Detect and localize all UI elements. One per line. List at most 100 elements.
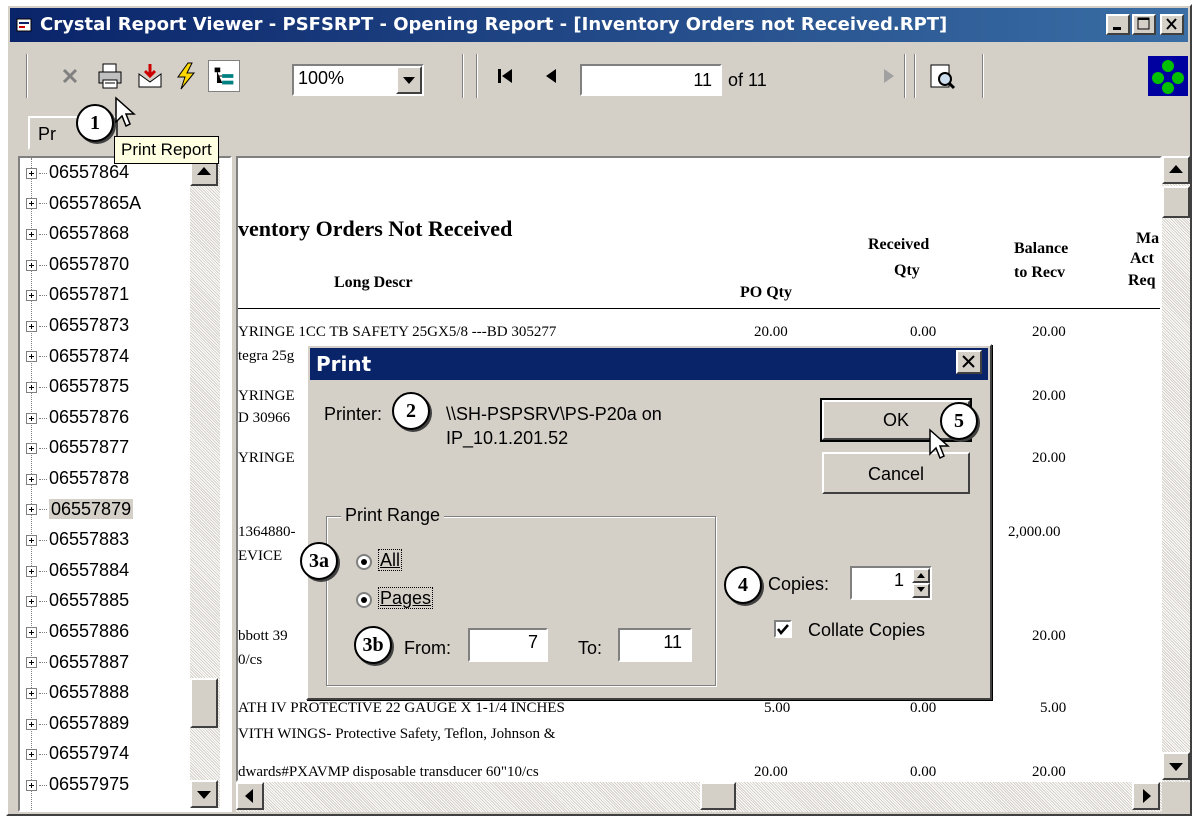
tree-item[interactable]: 06557871 [26,284,129,312]
tree-item[interactable]: 06557865A [26,193,141,221]
maximize-button[interactable] [1132,14,1156,35]
print-range-title: Print Range [341,505,445,526]
tree-item[interactable]: 06557870 [26,254,129,282]
tree-item-label: 06557874 [49,345,130,366]
from-page-input[interactable]: 7 [468,628,548,662]
expand-plus-icon[interactable] [26,626,37,638]
received-qty-value: 0.00 [910,700,937,716]
tree-item-label: 06557885 [49,590,130,611]
zoom-dropdown-button[interactable] [396,66,422,94]
printer-icon[interactable] [94,60,126,92]
minimize-button[interactable] [1106,14,1130,35]
tree-item[interactable]: 06557889 [26,713,129,741]
expand-plus-icon[interactable] [26,565,37,577]
expand-plus-icon[interactable] [26,749,37,761]
radio-all[interactable] [356,554,372,570]
tree-branch-line [39,448,47,450]
maximize-icon [1137,17,1150,30]
copies-down-button[interactable] [912,583,930,598]
expand-plus-icon[interactable] [26,198,37,210]
title-bar[interactable]: Crystal Report Viewer - PSFSRPT - Openin… [10,8,1188,42]
expand-plus-icon[interactable] [26,473,37,485]
close-window-button[interactable] [1160,14,1184,35]
report-line: YRINGE [238,388,295,404]
expand-plus-icon[interactable] [26,687,37,699]
expand-plus-icon[interactable] [26,351,37,363]
tree-item[interactable]: 06557878 [26,468,129,496]
copies-up-button[interactable] [912,568,930,583]
print-dialog-title-bar[interactable]: Print [310,348,988,380]
col-po-qty: PO Qty [740,284,792,301]
next-page-icon[interactable] [872,60,904,92]
chevron-left-icon [245,789,253,803]
first-page-icon[interactable] [490,60,522,92]
expand-plus-icon[interactable] [26,534,37,546]
tree-item[interactable]: 06557876 [26,407,129,435]
refresh-icon[interactable] [170,60,202,92]
report-hscroll-thumb[interactable] [700,782,736,810]
expand-plus-icon[interactable] [26,412,37,424]
export-icon[interactable] [134,60,166,92]
report-scroll-up-button[interactable] [1162,156,1190,184]
page-total-label: of 11 [728,70,767,90]
report-scroll-down-button[interactable] [1162,752,1190,780]
tree-item[interactable]: 06557887 [26,652,129,680]
print-dialog-close-button[interactable] [956,350,982,374]
expand-plus-icon[interactable] [26,443,37,455]
received-qty-value: 0.00 [910,324,937,340]
report-scrollbar-horizontal[interactable] [236,782,1162,812]
tree-toggle-icon[interactable] [208,60,240,92]
report-scrollbar-vertical[interactable] [1162,156,1190,782]
tree-scroll-down-button[interactable] [190,780,218,808]
zoom-select[interactable]: 100% [292,64,424,96]
tree-scrollbar[interactable] [190,158,220,808]
report-scroll-left-button[interactable] [236,782,264,810]
tree-item[interactable]: 06557885 [26,590,129,618]
report-line: EVICE [238,548,283,564]
report-scroll-thumb[interactable] [1162,186,1190,218]
search-icon[interactable] [926,60,958,92]
expand-plus-icon[interactable] [26,381,37,393]
expand-plus-icon[interactable] [26,779,37,791]
tree-item[interactable]: 06557873 [26,315,129,343]
tree-item[interactable]: 06557975 [26,774,129,802]
report-title: ventory Orders Not Received [238,216,513,241]
tree-item[interactable]: 06557886 [26,621,129,649]
report-scroll-right-button[interactable] [1132,782,1160,810]
tree-item-label: 06557883 [49,529,130,550]
tree-item[interactable]: 06557868 [26,223,129,251]
tree-branch-line [39,509,47,511]
expand-plus-icon[interactable] [26,259,37,271]
expand-plus-icon[interactable] [26,228,37,240]
page-number-input[interactable]: 11 [580,64,722,96]
expand-plus-icon[interactable] [26,290,37,302]
tree-item[interactable]: 06557864 [26,162,129,190]
tree-item[interactable]: 06557874 [26,346,129,374]
mouse-cursor-icon [929,428,950,460]
close-icon[interactable] [54,60,86,92]
prev-page-icon[interactable] [536,60,568,92]
tree-item[interactable]: 06557883 [26,529,129,557]
tree-item[interactable]: 06557974 [26,743,129,771]
expand-plus-icon[interactable] [26,320,37,332]
tree-item[interactable]: 06557884 [26,560,129,588]
tree-branch-line [39,539,47,541]
expand-plus-icon[interactable] [26,596,37,608]
tree-item[interactable]: 06557888 [26,682,129,710]
tree-item-label: 06557974 [49,743,130,764]
chevron-down-icon [1169,763,1183,771]
collate-checkbox[interactable] [774,620,792,638]
tree-item[interactable]: 06557875 [26,376,129,404]
tree-item[interactable]: 06557877 [26,437,129,465]
expand-plus-icon[interactable] [26,504,37,516]
tree-branch-line [39,295,47,297]
tree-item[interactable]: 06557879 [26,498,134,527]
expand-plus-icon[interactable] [26,718,37,730]
radio-pages[interactable] [356,592,372,608]
expand-plus-icon[interactable] [26,657,37,669]
tree-item-label: 06557864 [49,162,130,182]
tree-scroll-thumb[interactable] [190,678,218,728]
to-page-input[interactable]: 11 [618,628,692,662]
tree-branch-line [39,386,47,388]
expand-plus-icon[interactable] [26,167,37,179]
